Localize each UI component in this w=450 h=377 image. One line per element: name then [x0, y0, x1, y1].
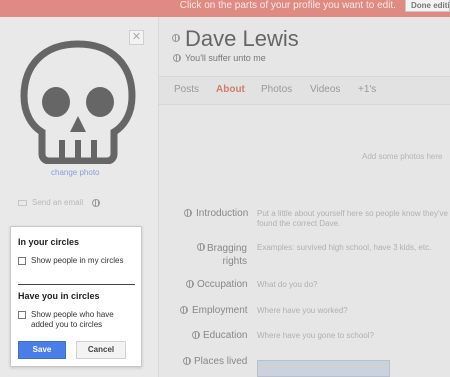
education-label: Education	[203, 330, 248, 341]
introduction-label: Introduction	[196, 208, 249, 219]
done-editing-button[interactable]: Done editing	[405, 0, 450, 12]
places-lived-label: Places lived	[194, 356, 248, 367]
employment-globe-icon[interactable]	[180, 306, 188, 314]
occupation-label: Occupation	[197, 279, 248, 290]
change-photo-link[interactable]: change photo	[51, 168, 100, 177]
bragging-globe-icon[interactable]	[197, 243, 205, 251]
tab-plusones[interactable]: +1's	[358, 84, 376, 95]
envelope-icon	[18, 199, 27, 206]
education-field[interactable]: Where have you gone to school?	[257, 331, 374, 341]
name-globe-icon[interactable]	[172, 34, 180, 42]
tab-photos[interactable]: Photos	[261, 84, 292, 95]
edit-banner-message: Click on the parts of your profile you w…	[179, 0, 396, 11]
column-divider	[158, 17, 159, 377]
bragging-rights-label: Bragging rights	[206, 243, 247, 267]
places-lived-map[interactable]	[257, 360, 390, 377]
employment-field[interactable]: Where have you worked?	[257, 306, 348, 316]
tab-posts[interactable]: Posts	[174, 84, 199, 95]
send-email-button[interactable]: Send an email	[18, 198, 83, 207]
profile-tabs: Posts About Photos Videos +1's	[159, 76, 450, 105]
bragging-rights-field[interactable]: Examples: survived high school, have 3 k…	[257, 243, 450, 253]
skull-avatar[interactable]	[18, 40, 138, 164]
show-in-circles-label: Show people in my circles	[31, 256, 124, 265]
send-email-label: Send an email	[32, 198, 84, 207]
employment-label: Employment	[192, 305, 248, 316]
show-have-you-label: Show people who have added you to circle…	[31, 310, 114, 329]
cancel-button[interactable]: Cancel	[76, 341, 126, 359]
education-globe-icon[interactable]	[192, 331, 200, 339]
globe-icon[interactable]	[92, 199, 100, 207]
profile-name[interactable]: Dave Lewis	[185, 26, 299, 52]
show-have-you-checkbox[interactable]	[18, 311, 26, 319]
tab-about[interactable]: About	[216, 84, 245, 95]
save-button[interactable]: Save	[18, 341, 66, 359]
introduction-globe-icon[interactable]	[184, 209, 192, 217]
show-in-circles-checkbox[interactable]	[18, 257, 26, 265]
add-photos-hint[interactable]: Add some photos here	[362, 152, 443, 161]
tagline-globe-icon[interactable]	[173, 54, 181, 62]
edit-banner: Click on the parts of your profile you w…	[0, 0, 450, 17]
places-lived-globe-icon[interactable]	[183, 357, 191, 365]
tab-videos[interactable]: Videos	[310, 84, 340, 95]
occupation-globe-icon[interactable]	[186, 280, 194, 288]
occupation-field[interactable]: What do you do?	[257, 280, 317, 290]
profile-tagline[interactable]: You'll suffer unto me	[185, 53, 266, 63]
introduction-field[interactable]: Put a little about yourself here so peop…	[257, 209, 450, 229]
in-circles-heading: In your circles	[18, 237, 80, 247]
have-you-heading: Have you in circles	[18, 291, 100, 301]
circles-visibility-popup: In your circles Show people in my circle…	[10, 226, 142, 367]
popup-divider	[18, 284, 135, 285]
